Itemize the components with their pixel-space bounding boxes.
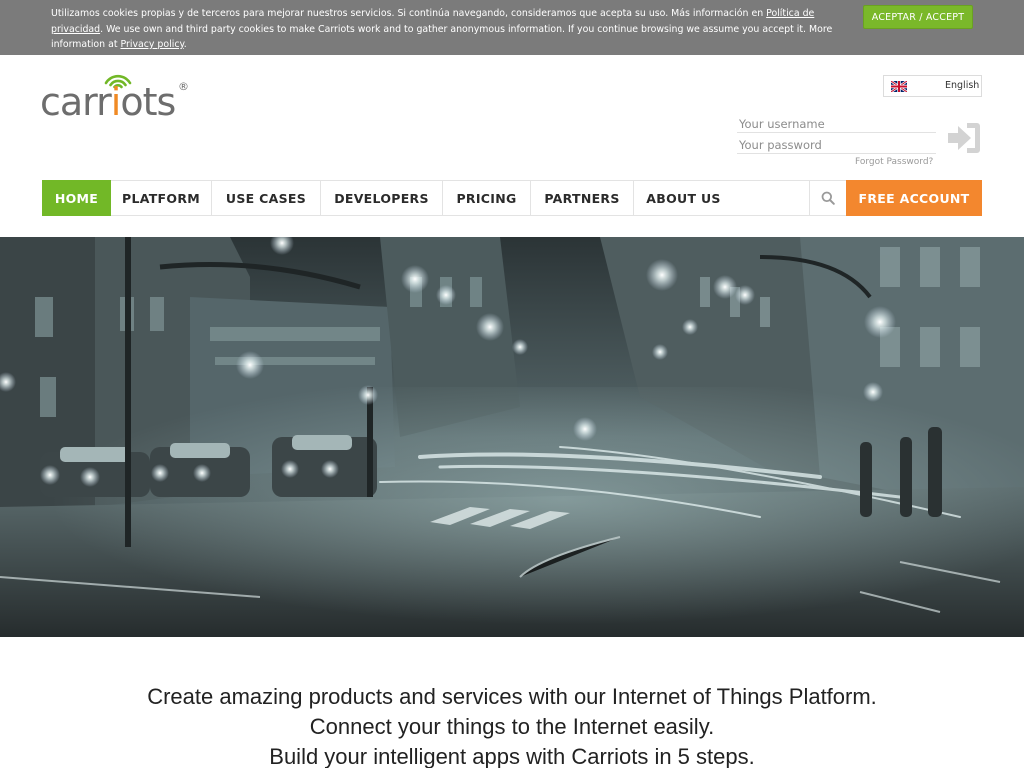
hero-image xyxy=(0,237,1024,637)
password-input[interactable] xyxy=(737,136,936,154)
forgot-password-link[interactable]: Forgot Password? xyxy=(855,157,933,167)
logo-text-post: ots xyxy=(120,80,176,124)
cookie-text-end: . xyxy=(183,39,187,50)
cookie-notice-text: Utilizamos cookies propias y de terceros… xyxy=(51,6,841,53)
nav-item-use-cases[interactable]: USE CASES xyxy=(212,181,321,215)
cookie-text-es: Utilizamos cookies propias y de terceros… xyxy=(51,8,767,19)
username-input[interactable] xyxy=(737,115,936,133)
nav-item-pricing[interactable]: PRICING xyxy=(443,181,531,215)
language-selector[interactable]: English xyxy=(883,75,982,97)
logo-text-pre: carr xyxy=(40,80,112,124)
nav-item-partners[interactable]: PARTNERS xyxy=(531,181,634,215)
search-icon xyxy=(821,191,835,205)
uk-flag-icon xyxy=(891,80,907,92)
hero-tagline: Create amazing products and services wit… xyxy=(0,682,1024,768)
free-account-button[interactable]: FREE ACCOUNT xyxy=(846,180,982,216)
search-button[interactable] xyxy=(809,181,846,215)
nav-item-home[interactable]: HOME xyxy=(42,180,111,216)
cookie-accept-button[interactable]: ACEPTAR / ACCEPT xyxy=(863,5,973,29)
logo-text-i: i xyxy=(110,80,122,124)
registered-mark: ® xyxy=(178,80,189,93)
logo-wordmark: carriots xyxy=(40,80,176,124)
cookie-banner: Utilizamos cookies propias y de terceros… xyxy=(0,0,1024,55)
tagline-line-1: Create amazing products and services wit… xyxy=(147,684,877,709)
language-label: English xyxy=(945,80,980,91)
tagline-line-3: Build your intelligent apps with Carriot… xyxy=(269,744,755,768)
carriots-logo[interactable]: carriots ® xyxy=(40,72,200,126)
main-navigation: HOME PLATFORM USE CASES DEVELOPERS PRICI… xyxy=(42,180,982,216)
tagline-line-2: Connect your things to the Internet easi… xyxy=(309,714,715,739)
night-city-street-image xyxy=(0,237,1024,637)
nav-item-developers[interactable]: DEVELOPERS xyxy=(321,181,443,215)
nav-item-platform[interactable]: PLATFORM xyxy=(111,181,212,215)
sign-in-icon[interactable] xyxy=(946,121,982,155)
privacy-policy-en-link[interactable]: Privacy policy xyxy=(121,39,184,50)
nav-item-about-us[interactable]: ABOUT US xyxy=(634,181,733,215)
